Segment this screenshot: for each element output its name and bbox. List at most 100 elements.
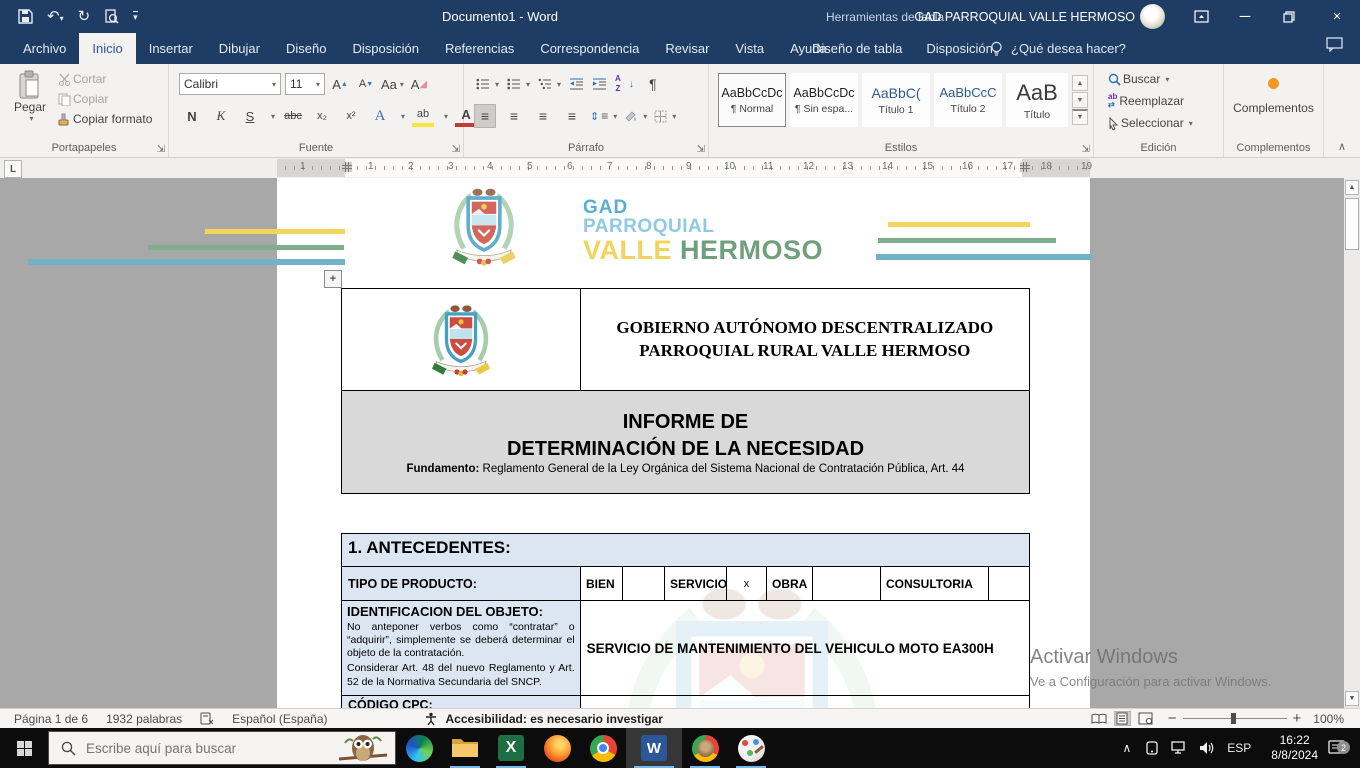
read-mode-icon[interactable] (1091, 711, 1108, 726)
minimize-button[interactable]: ─ (1228, 0, 1262, 33)
identificacion-label-cell[interactable]: IDENTIFICACION DEL OBJETO: No anteponer … (342, 601, 581, 695)
cut-button[interactable]: Cortar (58, 72, 152, 86)
sort-button[interactable]: AZ (615, 75, 621, 93)
web-layout-icon[interactable] (1137, 711, 1154, 726)
align-left-button[interactable]: ≡ (474, 104, 496, 128)
tab-correspondencia[interactable]: Correspondencia (527, 33, 652, 64)
language-tray[interactable]: ESP (1227, 741, 1251, 755)
italic-button[interactable]: K (210, 104, 232, 128)
crest-cell[interactable] (342, 289, 581, 390)
underline-button[interactable]: S (239, 104, 261, 128)
superscript-button[interactable]: x² (340, 104, 362, 128)
bien-label-cell[interactable]: BIEN (581, 567, 623, 600)
bien-value-cell[interactable] (623, 567, 665, 600)
codigo-cpc-label[interactable]: CÓDIGO CPC: (342, 696, 581, 708)
org-title-cell[interactable]: GOBIERNO AUTÓNOMO DESCENTRALIZADO PARROQ… (581, 289, 1029, 390)
borders-button[interactable]: ▾ (654, 110, 676, 123)
zoom-level[interactable]: 100% (1313, 712, 1344, 726)
clear-formatting-button[interactable]: A◢ (408, 72, 430, 96)
line-spacing-button[interactable]: ⇕≡▾ (590, 109, 617, 123)
style-normal[interactable]: AaBbCcDc ¶ Normal (718, 73, 786, 127)
scroll-down-icon[interactable]: ▼ (1345, 691, 1359, 706)
print-layout-icon[interactable] (1114, 711, 1131, 726)
collapse-ribbon-icon[interactable]: ∧ (1338, 140, 1346, 153)
tab-diseno-de-tabla[interactable]: Diseño de tabla (800, 33, 914, 64)
style-sin-espaciado[interactable]: AaBbCcDc ¶ Sin espa... (790, 73, 858, 127)
print-preview-icon[interactable] (104, 9, 119, 24)
taskbar-search[interactable] (48, 731, 396, 765)
format-painter-button[interactable]: Copiar formato (58, 112, 152, 126)
network-icon[interactable] (1171, 741, 1187, 755)
tab-dibujar[interactable]: Dibujar (206, 33, 273, 64)
tab-diseno[interactable]: Diseño (273, 33, 339, 64)
zoom-slider[interactable] (1183, 718, 1287, 719)
tab-revisar[interactable]: Revisar (652, 33, 722, 64)
decrease-indent-button[interactable] (569, 78, 584, 90)
tab-insertar[interactable]: Insertar (136, 33, 206, 64)
taskbar-app-chrome[interactable] (580, 728, 626, 768)
obra-value-cell[interactable] (813, 567, 881, 600)
complementos-button[interactable]: Complementos (1224, 78, 1323, 115)
grow-font-button[interactable]: A▲ (329, 72, 351, 96)
zoom-out-icon[interactable]: − (1168, 710, 1177, 727)
word-count[interactable]: 1932 palabras (106, 712, 182, 726)
styles-gallery-up-icon[interactable]: ▲ (1072, 75, 1088, 91)
accessibility-status[interactable]: Accesibilidad: es necesario investigar (446, 712, 663, 726)
codigo-cpc-value-cell[interactable] (581, 696, 1029, 708)
bold-button[interactable]: N (181, 104, 203, 128)
antecedentes-header-row[interactable]: 1. ANTECEDENTES: (342, 534, 1029, 567)
start-button[interactable] (0, 728, 48, 768)
redo-icon[interactable]: ↻ (78, 9, 91, 24)
volume-icon[interactable] (1199, 741, 1215, 755)
highlight-button[interactable]: ab (412, 105, 434, 127)
increase-indent-button[interactable] (592, 78, 607, 90)
paste-button[interactable]: Pegar ▾ (8, 70, 52, 123)
scroll-up-icon[interactable]: ▲ (1345, 180, 1359, 195)
tell-me-box[interactable]: ¿Qué desea hacer? (990, 33, 1126, 64)
parrafo-dialog-launcher-icon[interactable]: ⇲ (697, 144, 705, 155)
tipo-producto-label[interactable]: TIPO DE PRODUCTO: (342, 567, 581, 600)
consultoria-label-cell[interactable]: CONSULTORIA (881, 567, 989, 600)
tab-inicio[interactable]: Inicio (79, 33, 135, 64)
zoom-in-icon[interactable]: + (1293, 710, 1302, 727)
account-avatar[interactable] (1140, 4, 1165, 29)
shrink-font-button[interactable]: A▼ (355, 72, 377, 96)
fuente-dialog-launcher-icon[interactable]: ⇲ (452, 144, 460, 155)
consultoria-value-cell[interactable] (989, 567, 1029, 600)
style-titulo[interactable]: AaB Título (1006, 73, 1068, 127)
tray-chevron-icon[interactable]: ∧ (1122, 741, 1131, 755)
text-effects-button[interactable]: A (369, 104, 391, 128)
tray-device-icon[interactable] (1145, 741, 1159, 755)
search-input[interactable] (84, 740, 308, 757)
ruler-table-column-marker[interactable] (342, 162, 352, 172)
customize-qat-icon[interactable]: ▾ (133, 11, 138, 22)
taskbar-app-explorer[interactable] (442, 728, 488, 768)
language-indicator[interactable]: Español (España) (232, 712, 327, 726)
informe-cell[interactable]: INFORME DE DETERMINACIÓN DE LA NECESIDAD… (342, 391, 1029, 493)
tab-archivo[interactable]: Archivo (10, 33, 79, 64)
ribbon-display-options-icon[interactable] (1184, 0, 1218, 33)
portapapeles-dialog-launcher-icon[interactable]: ⇲ (157, 144, 165, 155)
taskbar-clock[interactable]: 16:22 8/8/2024 (1271, 733, 1318, 763)
tab-disposicion[interactable]: Disposición (339, 33, 431, 64)
servicio-label-cell[interactable]: SERVICIO (665, 567, 727, 600)
taskbar-app-chrome-profile[interactable] (682, 728, 728, 768)
taskbar-app-paint[interactable] (728, 728, 774, 768)
justify-button[interactable]: ≡ (561, 104, 583, 128)
taskbar-app-firefox[interactable] (534, 728, 580, 768)
taskbar-app-excel[interactable]: X (488, 728, 534, 768)
save-icon[interactable] (18, 9, 33, 24)
styles-gallery-down-icon[interactable]: ▼ (1072, 92, 1088, 108)
tab-stop-selector[interactable]: L (4, 160, 22, 178)
vertical-scrollbar[interactable]: ▲ ▼ (1344, 178, 1360, 708)
tab-vista[interactable]: Vista (722, 33, 777, 64)
copy-button[interactable]: Copiar (58, 92, 152, 106)
restore-button[interactable] (1272, 0, 1306, 33)
select-button[interactable]: Seleccionar▾ (1108, 116, 1193, 130)
account-name[interactable]: GAD PARROQUIAL VALLE HERMOSO (930, 0, 1135, 33)
servicio-value-cell[interactable]: x (727, 567, 767, 600)
strikethrough-button[interactable]: abc (282, 104, 304, 128)
ruler-table-column-marker[interactable] (1020, 162, 1030, 172)
comments-icon[interactable] (1326, 37, 1343, 52)
styles-gallery-more-icon[interactable]: ▼ (1072, 109, 1088, 125)
